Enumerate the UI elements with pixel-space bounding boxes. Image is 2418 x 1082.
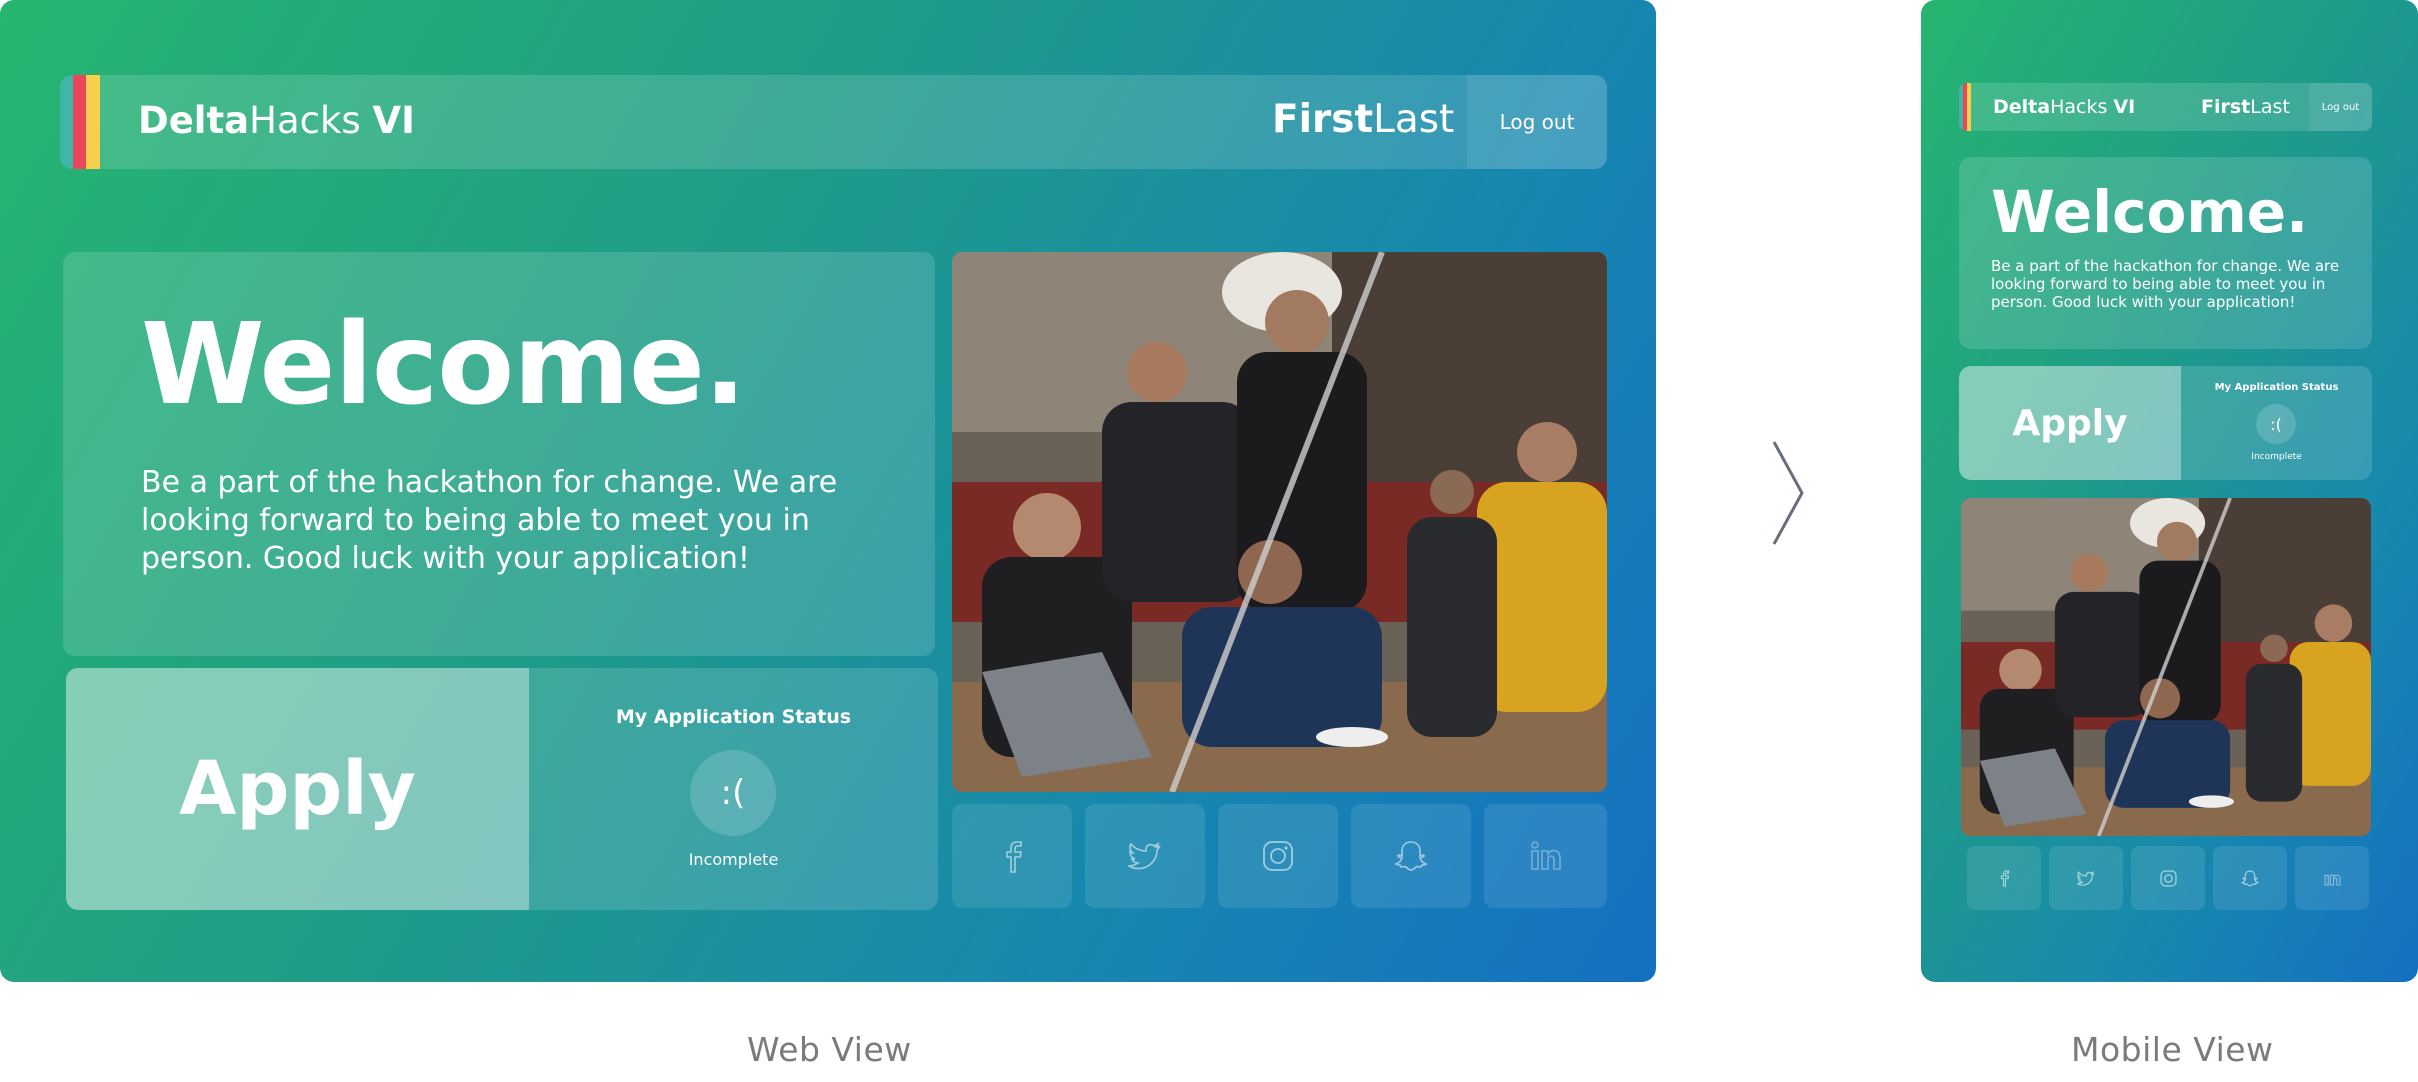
application-card: Apply My Application Status :( Incomplet… xyxy=(66,668,938,910)
mobile-view-caption: Mobile View xyxy=(2071,1030,2274,1069)
mobile-brand-logo[interactable]: DeltaHacks VI xyxy=(1993,95,2135,119)
mobile-welcome-title: Welcome. xyxy=(1991,178,2309,246)
application-status-label: Incomplete xyxy=(688,850,779,869)
mobile-apply-button[interactable]: Apply xyxy=(1959,366,2181,480)
mobile-header-bar: DeltaHacks VI FirstLast Log out xyxy=(1959,83,2372,131)
logout-button[interactable]: Log out xyxy=(1467,75,1607,169)
mobile-brand-version: VI xyxy=(2113,96,2136,118)
facebook-button[interactable] xyxy=(952,804,1072,908)
brand-name-light: Hacks xyxy=(249,99,373,142)
welcome-title: Welcome. xyxy=(141,300,746,430)
instagram-icon xyxy=(2159,869,2177,887)
logout-label: Log out xyxy=(1499,110,1575,134)
welcome-card: Welcome. Be a part of the hackathon for … xyxy=(63,252,935,656)
twitter-icon xyxy=(2077,870,2095,886)
brand-version: VI xyxy=(372,99,415,142)
application-status-panel: My Application Status :( Incomplete xyxy=(529,668,938,910)
mobile-status-face-icon: :( xyxy=(2256,404,2296,444)
web-view-caption: Web View xyxy=(747,1030,912,1069)
mobile-facebook-button[interactable] xyxy=(1967,846,2041,910)
brand-logo[interactable]: DeltaHacks VI xyxy=(138,98,415,144)
apply-label: Apply xyxy=(179,746,416,832)
mobile-welcome-body: Be a part of the hackathon for change. W… xyxy=(1991,257,2340,311)
header-bar: DeltaHacks VI FirstLast Log out xyxy=(60,75,1607,169)
instagram-button[interactable] xyxy=(1218,804,1338,908)
apply-button[interactable]: Apply xyxy=(66,668,529,910)
facebook-icon xyxy=(2000,870,2010,887)
snapchat-button[interactable] xyxy=(1351,804,1471,908)
twitter-button[interactable] xyxy=(1085,804,1205,908)
mobile-user-last-name: Last xyxy=(2250,96,2290,118)
application-status-title: My Application Status xyxy=(615,706,852,728)
user-first-name: First xyxy=(1272,97,1374,142)
mobile-user-first-name: First xyxy=(2201,96,2251,118)
mobile-brand-name-light: Hacks xyxy=(2050,96,2114,118)
mobile-brand-stripe-yellow xyxy=(1967,83,1971,131)
status-face: :( xyxy=(720,773,746,813)
mobile-logout-button[interactable]: Log out xyxy=(2309,83,2372,131)
mobile-hero-photo xyxy=(1961,498,2371,836)
instagram-icon xyxy=(1263,841,1293,871)
brand-stripe-red xyxy=(73,75,86,169)
brand-stripe-yellow xyxy=(86,75,100,169)
user-name: FirstLast xyxy=(1272,96,1454,144)
mobile-user-name: FirstLast xyxy=(2201,95,2290,119)
mobile-snapchat-button[interactable] xyxy=(2213,846,2287,910)
user-last-name: Last xyxy=(1373,97,1455,142)
chevron-right-icon xyxy=(1772,441,1804,545)
mobile-application-status-panel: My Application Status :( Incomplete xyxy=(2181,366,2372,480)
twitter-icon xyxy=(1128,842,1161,870)
mobile-logout-label: Log out xyxy=(2321,101,2360,113)
mobile-welcome-card: Welcome. Be a part of the hackathon for … xyxy=(1959,157,2372,349)
mobile-twitter-button[interactable] xyxy=(2049,846,2123,910)
mobile-apply-label: Apply xyxy=(2012,402,2128,444)
mobile-status-face: :( xyxy=(2270,414,2282,434)
snapchat-icon xyxy=(1394,841,1428,871)
linkedin-icon xyxy=(2323,874,2341,886)
brand-stripe-teal xyxy=(60,75,73,169)
linkedin-icon xyxy=(1530,841,1561,870)
mobile-linkedin-button[interactable] xyxy=(2295,846,2369,910)
status-face-icon: :( xyxy=(690,750,776,836)
brand-name-bold: Delta xyxy=(138,99,250,142)
hero-photo xyxy=(952,252,1607,792)
mobile-view-frame: DeltaHacks VI FirstLast Log out Welcome.… xyxy=(1921,0,2418,982)
linkedin-button[interactable] xyxy=(1484,804,1607,908)
web-view-frame: DeltaHacks VI FirstLast Log out Welcome.… xyxy=(0,0,1656,982)
mobile-application-card: Apply My Application Status :( Incomplet… xyxy=(1959,366,2372,480)
facebook-icon xyxy=(1006,841,1022,873)
mobile-brand-name-bold: Delta xyxy=(1993,96,2051,118)
welcome-body: Be a part of the hackathon for change. W… xyxy=(141,465,838,576)
mobile-application-status-title: My Application Status xyxy=(2214,382,2339,393)
mobile-instagram-button[interactable] xyxy=(2131,846,2205,910)
snapchat-icon xyxy=(2241,869,2259,887)
mobile-application-status-label: Incomplete xyxy=(2251,452,2302,462)
